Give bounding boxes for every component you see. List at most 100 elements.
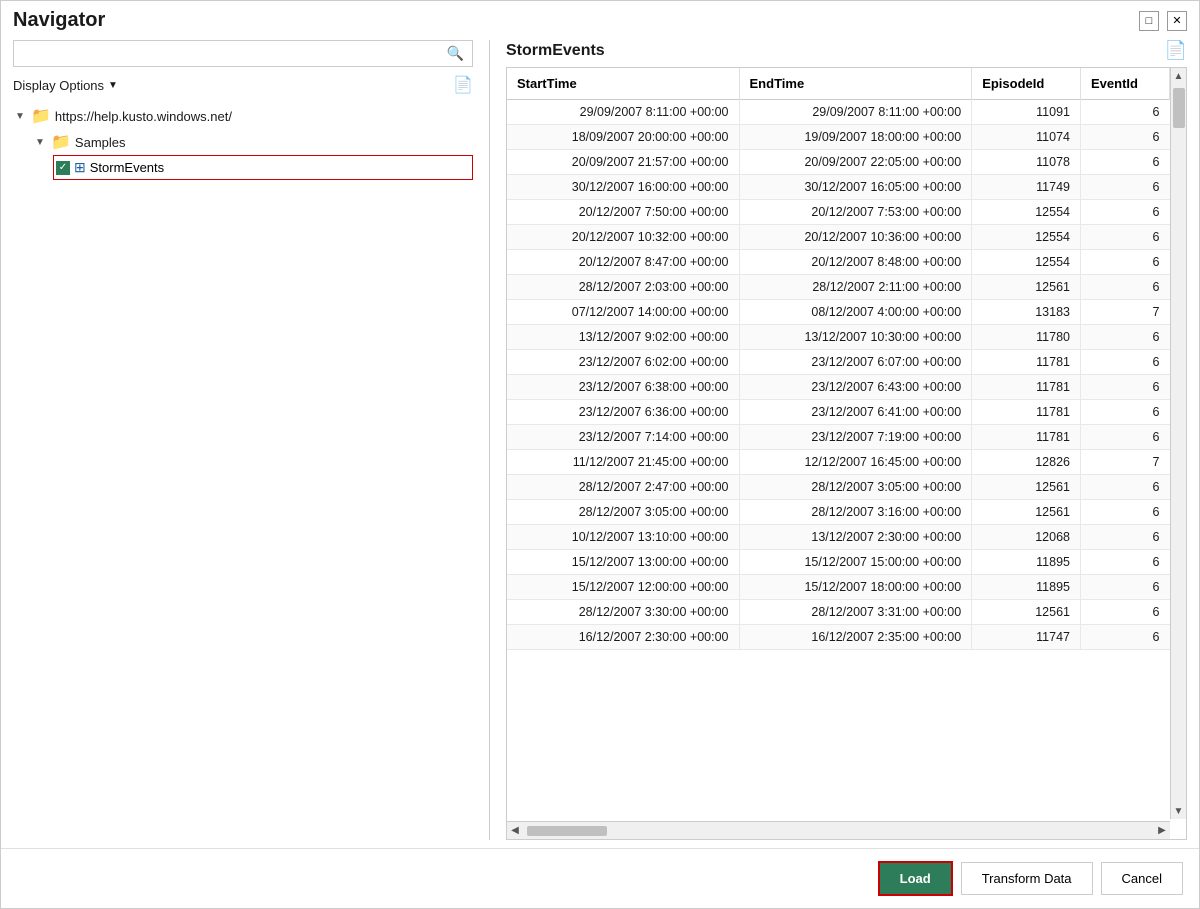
- table-cell: 7: [1081, 300, 1170, 325]
- main-content: 🔍 Display Options ▼ 📄 ▼ 📁 https://help.k…: [1, 32, 1199, 848]
- scroll-right-arrow[interactable]: ▶: [1154, 822, 1170, 840]
- table-cell: 12068: [972, 525, 1081, 550]
- table-cell: 6: [1081, 325, 1170, 350]
- cancel-button[interactable]: Cancel: [1101, 862, 1183, 895]
- table-cell: 30/12/2007 16:05:00 +00:00: [739, 175, 972, 200]
- root-folder-icon: 📁: [31, 106, 51, 126]
- table-cell: 6: [1081, 550, 1170, 575]
- horizontal-scrollbar[interactable]: ◀ ▶: [507, 821, 1170, 839]
- display-options-button[interactable]: Display Options ▼: [13, 78, 118, 93]
- scroll-thumb-v[interactable]: [1173, 88, 1185, 128]
- table-cell: 28/12/2007 3:31:00 +00:00: [739, 600, 972, 625]
- table-cell: 6: [1081, 350, 1170, 375]
- table-scroll-wrapper[interactable]: StartTime EndTime EpisodeId EventId 29/0…: [507, 68, 1170, 821]
- table-cell: 12561: [972, 275, 1081, 300]
- table-cell: 6: [1081, 500, 1170, 525]
- table-cell: 6: [1081, 250, 1170, 275]
- table-cell: 12561: [972, 600, 1081, 625]
- table-row: 20/12/2007 8:47:00 +00:0020/12/2007 8:48…: [507, 250, 1170, 275]
- table-cell: 15/12/2007 15:00:00 +00:00: [739, 550, 972, 575]
- table-cell: 12/12/2007 16:45:00 +00:00: [739, 450, 972, 475]
- table-cell: 10/12/2007 13:10:00 +00:00: [507, 525, 739, 550]
- col-end-time: EndTime: [739, 68, 972, 100]
- table-row: 29/09/2007 8:11:00 +00:0029/09/2007 8:11…: [507, 100, 1170, 125]
- data-table-container: StartTime EndTime EpisodeId EventId 29/0…: [506, 67, 1187, 840]
- table-row: 07/12/2007 14:00:00 +00:0008/12/2007 4:0…: [507, 300, 1170, 325]
- table-cell: 28/12/2007 3:05:00 +00:00: [507, 500, 739, 525]
- table-cell: 28/12/2007 3:05:00 +00:00: [739, 475, 972, 500]
- table-header: StartTime EndTime EpisodeId EventId: [507, 68, 1170, 100]
- col-episode-id: EpisodeId: [972, 68, 1081, 100]
- close-button[interactable]: ✕: [1167, 11, 1187, 31]
- left-panel: 🔍 Display Options ▼ 📄 ▼ 📁 https://help.k…: [13, 40, 473, 840]
- tree-children: ▼ 📁 Samples ⊞ StormEvents: [13, 129, 473, 180]
- window-controls: □ ✕: [1139, 11, 1187, 31]
- table-cell: 11781: [972, 350, 1081, 375]
- table-cell: 11780: [972, 325, 1081, 350]
- scroll-thumb-h[interactable]: [527, 826, 607, 836]
- table-row: 15/12/2007 12:00:00 +00:0015/12/2007 18:…: [507, 575, 1170, 600]
- navigator-window: Navigator □ ✕ 🔍 Display Options ▼ 📄: [0, 0, 1200, 909]
- table-row: 11/12/2007 21:45:00 +00:0012/12/2007 16:…: [507, 450, 1170, 475]
- table-row: 23/12/2007 6:02:00 +00:0023/12/2007 6:07…: [507, 350, 1170, 375]
- table-cell: 23/12/2007 6:43:00 +00:00: [739, 375, 972, 400]
- table-cell: 12554: [972, 225, 1081, 250]
- table-cell: 11747: [972, 625, 1081, 650]
- refresh-button[interactable]: 📄: [453, 75, 473, 95]
- scroll-up-arrow[interactable]: ▲: [1171, 68, 1187, 84]
- table-cell: 20/12/2007 8:47:00 +00:00: [507, 250, 739, 275]
- table-cell: 28/12/2007 3:30:00 +00:00: [507, 600, 739, 625]
- table-cell: 30/12/2007 16:00:00 +00:00: [507, 175, 739, 200]
- load-button[interactable]: Load: [878, 861, 953, 896]
- vertical-scrollbar[interactable]: ▲ ▼: [1170, 68, 1186, 819]
- table-cell: 15/12/2007 18:00:00 +00:00: [739, 575, 972, 600]
- table-cell: 28/12/2007 3:16:00 +00:00: [739, 500, 972, 525]
- table-row: 23/12/2007 6:38:00 +00:0023/12/2007 6:43…: [507, 375, 1170, 400]
- table-cell: 20/09/2007 21:57:00 +00:00: [507, 150, 739, 175]
- table-cell: 23/12/2007 6:07:00 +00:00: [739, 350, 972, 375]
- table-cell: 28/12/2007 2:03:00 +00:00: [507, 275, 739, 300]
- table-row: 20/12/2007 7:50:00 +00:0020/12/2007 7:53…: [507, 200, 1170, 225]
- table-cell: 6: [1081, 425, 1170, 450]
- table-row: 16/12/2007 2:30:00 +00:0016/12/2007 2:35…: [507, 625, 1170, 650]
- refresh-icon: 📄: [453, 77, 473, 94]
- tree-root-node[interactable]: ▼ 📁 https://help.kusto.windows.net/: [13, 103, 473, 129]
- table-cell: 29/09/2007 8:11:00 +00:00: [739, 100, 972, 125]
- display-options-label: Display Options: [13, 78, 104, 93]
- col-start-time: StartTime: [507, 68, 739, 100]
- minimize-button[interactable]: □: [1139, 11, 1159, 31]
- table-row: 18/09/2007 20:00:00 +00:0019/09/2007 18:…: [507, 125, 1170, 150]
- table-cell: 20/12/2007 7:53:00 +00:00: [739, 200, 972, 225]
- storm-events-label: StormEvents: [90, 160, 164, 175]
- data-table: StartTime EndTime EpisodeId EventId 29/0…: [507, 68, 1170, 650]
- table-cell: 20/12/2007 10:32:00 +00:00: [507, 225, 739, 250]
- scroll-left-arrow[interactable]: ◀: [507, 822, 523, 840]
- panel-divider: [489, 40, 490, 840]
- table-cell: 11091: [972, 100, 1081, 125]
- search-input[interactable]: [22, 46, 443, 61]
- table-cell: 23/12/2007 6:36:00 +00:00: [507, 400, 739, 425]
- right-panel: StormEvents 📄 StartTime EndTime EpisodeI…: [506, 40, 1187, 840]
- table-cell: 12826: [972, 450, 1081, 475]
- storm-events-item[interactable]: ⊞ StormEvents: [53, 155, 473, 180]
- footer: Load Transform Data Cancel: [1, 848, 1199, 908]
- table-cell: 6: [1081, 600, 1170, 625]
- transform-data-button[interactable]: Transform Data: [961, 862, 1093, 895]
- data-view-icon[interactable]: 📄: [1165, 40, 1187, 61]
- table-cell: 20/12/2007 8:48:00 +00:00: [739, 250, 972, 275]
- table-cell: 11749: [972, 175, 1081, 200]
- tree-area: ▼ 📁 https://help.kusto.windows.net/ ▼ 📁 …: [13, 103, 473, 840]
- samples-children: ⊞ StormEvents: [33, 155, 473, 180]
- samples-node[interactable]: ▼ 📁 Samples: [33, 129, 473, 155]
- search-icon[interactable]: 🔍: [447, 45, 464, 62]
- table-cell: 6: [1081, 525, 1170, 550]
- table-cell: 11781: [972, 375, 1081, 400]
- scroll-down-arrow[interactable]: ▼: [1171, 803, 1187, 819]
- table-row: 20/09/2007 21:57:00 +00:0020/09/2007 22:…: [507, 150, 1170, 175]
- table-cell: 11/12/2007 21:45:00 +00:00: [507, 450, 739, 475]
- storm-events-checkbox[interactable]: [56, 161, 70, 175]
- table-cell: 23/12/2007 6:41:00 +00:00: [739, 400, 972, 425]
- table-cell: 11078: [972, 150, 1081, 175]
- table-icon: ⊞: [74, 159, 86, 176]
- table-cell: 6: [1081, 475, 1170, 500]
